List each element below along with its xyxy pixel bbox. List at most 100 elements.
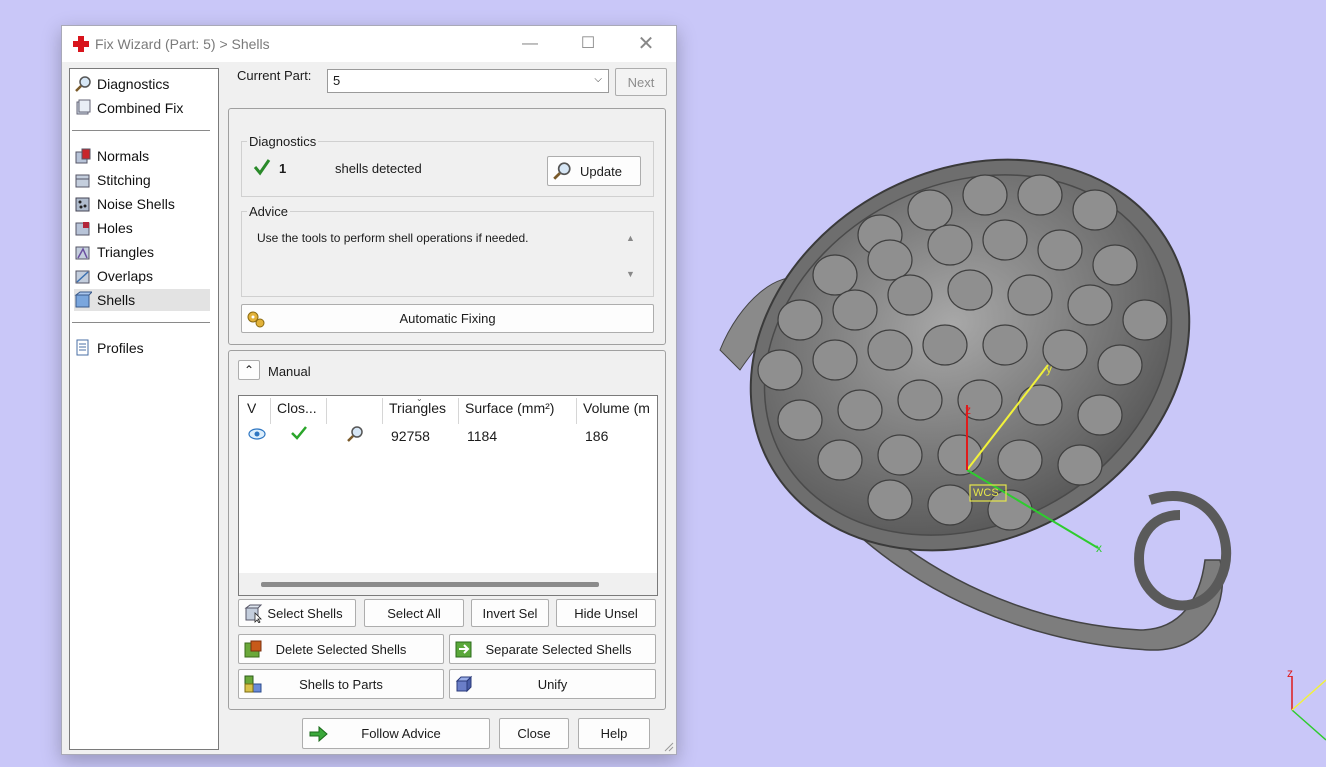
maximize-button[interactable]: ☐ [568, 32, 608, 56]
sidebar-item-label: Shells [97, 292, 136, 308]
scroll-up-icon[interactable]: ▲ [626, 233, 635, 243]
close-window-button[interactable]: ✕ [626, 32, 666, 56]
sidebar-item-label: Stitching [97, 172, 151, 188]
automatic-fixing-button[interactable]: Automatic Fixing [241, 304, 654, 333]
window-title: Fix Wizard (Part: 5) > Shells [95, 36, 270, 52]
sidebar-item-label: Combined Fix [97, 100, 184, 116]
normals-icon [75, 148, 91, 164]
next-button[interactable]: Next [615, 68, 667, 96]
column-divider [270, 398, 271, 424]
sidebar-divider [72, 130, 210, 131]
hide-unselected-button[interactable]: Hide Unsel [556, 599, 656, 627]
sidebar-item-label: Noise Shells [97, 196, 175, 212]
sidebar-item-overlaps[interactable]: Overlaps [74, 265, 210, 287]
column-header-triangles[interactable]: Triangles [389, 400, 446, 422]
sidebar-item-label: Diagnostics [97, 76, 170, 92]
volume-cell: 186 [585, 428, 609, 444]
collapse-manual-button[interactable]: ⌃ [238, 360, 260, 380]
shells-icon [74, 291, 92, 308]
delete-shells-icon [244, 640, 262, 658]
select-shells-label: Select Shells [267, 605, 343, 621]
arrow-right-icon [309, 725, 328, 742]
column-divider [576, 398, 577, 424]
shells-to-parts-icon [244, 675, 262, 693]
follow-advice-label: Follow Advice [361, 726, 441, 741]
diagnostics-panel: Diagnostics 1 shells detected Update Adv… [228, 108, 666, 345]
sidebar-item-diagnostics[interactable]: Diagnostics [74, 73, 210, 95]
shells-to-parts-label: Shells to Parts [299, 676, 383, 692]
sidebar-item-label: Triangles [97, 244, 155, 260]
checkmark-icon [253, 159, 271, 176]
sidebar-item-noise-shells[interactable]: Noise Shells [74, 193, 210, 215]
z-axis-label: z [965, 403, 971, 417]
document-icon [76, 339, 89, 356]
column-header-volume[interactable]: Volume (m [583, 400, 657, 422]
sidebar-item-normals[interactable]: Normals [74, 145, 210, 167]
select-all-button[interactable]: Select All [364, 599, 464, 627]
manual-title: Manual [268, 364, 311, 379]
column-divider [326, 398, 327, 424]
current-part-label: Current Part: [237, 68, 312, 83]
noise-shells-icon [75, 197, 90, 212]
shells-to-parts-button[interactable]: Shells to Parts [238, 669, 444, 699]
invert-selection-button[interactable]: Invert Sel [471, 599, 549, 627]
sidebar-item-profiles[interactable]: Profiles [74, 337, 210, 359]
column-header-surface[interactable]: Surface (mm²) [465, 400, 554, 422]
diagnostics-title: Diagnostics [247, 134, 319, 149]
combined-fix-icon [76, 99, 91, 115]
scrollbar-thumb[interactable] [261, 582, 599, 587]
sidebar-item-triangles[interactable]: Triangles [74, 241, 210, 263]
column-header-visible[interactable]: V [247, 400, 256, 422]
separate-shells-icon [455, 641, 472, 658]
eye-icon[interactable] [248, 427, 266, 441]
triangles-cell: 92758 [391, 428, 430, 444]
shells-detected-text: shells detected [335, 161, 422, 176]
select-shells-button[interactable]: Select Shells [238, 599, 356, 627]
column-divider [458, 398, 459, 424]
close-button[interactable]: Close [499, 718, 569, 749]
scroll-down-icon[interactable]: ▼ [626, 269, 635, 279]
delete-selected-shells-button[interactable]: Delete Selected Shells [238, 634, 444, 664]
corner-z-label: z [1287, 666, 1293, 680]
minimize-button[interactable]: — [510, 32, 550, 56]
sidebar-item-label: Normals [97, 148, 150, 164]
chevron-down-icon: ⌵ [594, 74, 602, 85]
fix-wizard-dialog: Fix Wizard (Part: 5) > Shells — ☐ ✕ Diag… [61, 25, 677, 755]
update-button[interactable]: Update [547, 156, 641, 186]
unify-button[interactable]: Unify [449, 669, 656, 699]
update-label: Update [580, 163, 622, 179]
follow-advice-button[interactable]: Follow Advice [302, 718, 490, 749]
surface-cell: 1184 [467, 428, 498, 444]
gears-icon [247, 311, 265, 327]
magnifier-icon [553, 162, 571, 180]
sidebar-item-holes[interactable]: Holes [74, 217, 210, 239]
sidebar-item-combined-fix[interactable]: Combined Fix [74, 97, 210, 119]
title-bar[interactable]: Fix Wizard (Part: 5) > Shells — ☐ ✕ [62, 26, 676, 62]
help-button[interactable]: Help [578, 718, 650, 749]
stitching-icon [75, 174, 90, 188]
sidebar-item-label: Profiles [97, 340, 144, 356]
zoom-to-shell-icon[interactable] [346, 425, 364, 443]
automatic-fixing-label: Automatic Fixing [399, 311, 496, 326]
column-divider [382, 398, 383, 424]
shell-count: 1 [279, 161, 287, 176]
sidebar: Diagnostics Combined Fix Normals Stitchi… [69, 68, 219, 750]
sidebar-item-shells[interactable]: Shells [74, 289, 210, 311]
advice-text: Use the tools to perform shell operation… [257, 231, 529, 245]
sidebar-divider [72, 322, 210, 323]
sidebar-item-stitching[interactable]: Stitching [74, 169, 210, 191]
column-header-closed[interactable]: Clos... [277, 400, 323, 422]
separate-selected-shells-button[interactable]: Separate Selected Shells [449, 634, 656, 664]
holes-icon [75, 222, 90, 236]
checkmark-icon [291, 426, 307, 440]
current-part-select[interactable]: 5 ⌵ [327, 69, 609, 93]
sidebar-item-label: Holes [97, 220, 133, 236]
shells-table[interactable]: V Clos... Triangles ⌄ Surface (mm²) Volu… [238, 395, 658, 596]
red-cross-icon [73, 36, 89, 52]
triangles-icon [75, 246, 90, 260]
resize-grip-icon[interactable] [662, 740, 674, 752]
horizontal-scrollbar[interactable] [239, 573, 657, 595]
advice-group [241, 211, 654, 297]
delete-selected-label: Delete Selected Shells [275, 641, 407, 657]
advice-title: Advice [247, 204, 291, 219]
